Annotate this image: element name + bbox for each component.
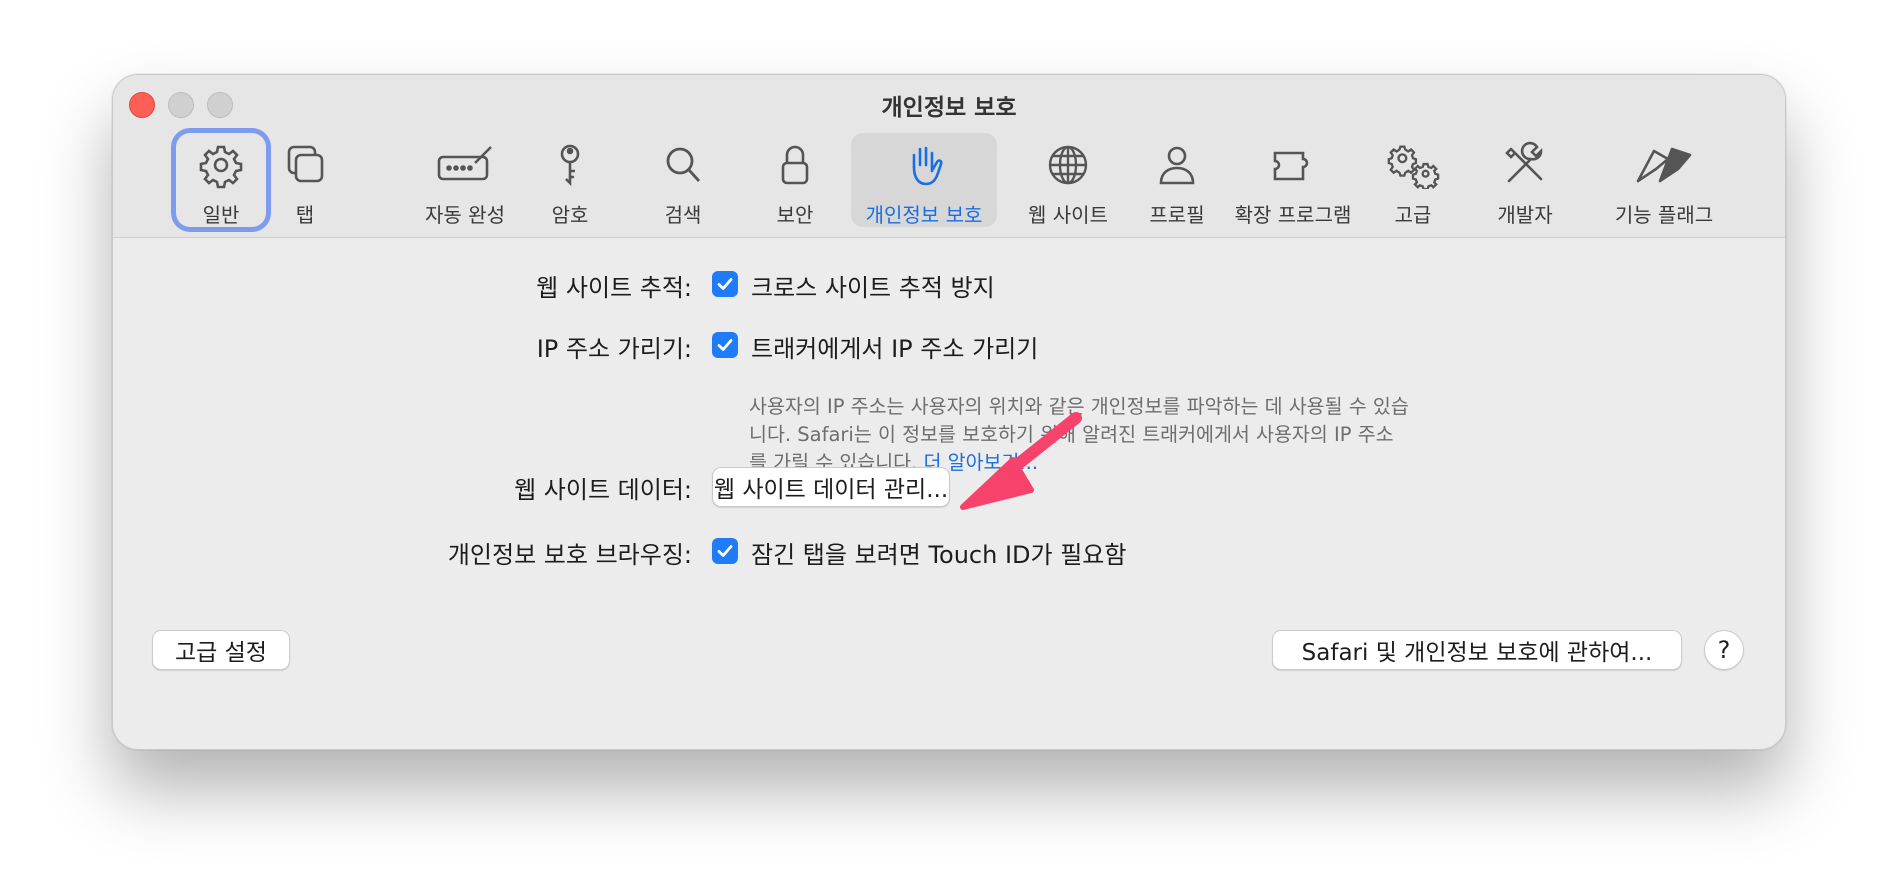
prevent-tracking-text: 크로스 사이트 추적 방지	[751, 274, 995, 302]
advanced-settings-button[interactable]: 고급 설정	[152, 630, 290, 670]
tab-passwords[interactable]: 암호	[533, 133, 607, 227]
tab-label: 개발자	[1497, 203, 1553, 227]
lock-icon	[781, 145, 809, 185]
ip-description: 사용자의 IP 주소는 사용자의 위치와 같은 개인정보를 파악하는 데 사용될…	[749, 393, 1469, 477]
tab-label: 탭	[295, 203, 315, 227]
gear-icon	[199, 145, 243, 189]
window-title: 개인정보 보호	[881, 95, 1017, 121]
magnifier-icon	[666, 147, 701, 182]
description-line: 사용자의 IP 주소는 사용자의 위치와 같은 개인정보를 파악하는 데 사용될…	[749, 395, 1409, 418]
tab-search[interactable]: 검색	[646, 133, 720, 227]
tab-label: 자동 완성	[425, 203, 505, 227]
hide-ip-text: 트래커에게서 IP 주소 가리기	[751, 335, 1039, 363]
flags-icon	[1636, 147, 1692, 183]
key-icon	[560, 144, 580, 187]
tab-label: 일반	[202, 203, 240, 227]
tab-feature-flags[interactable]: 기능 플래그	[1601, 133, 1727, 227]
help-button[interactable]: ?	[1704, 630, 1744, 670]
tab-label: 기능 플래그	[1614, 203, 1714, 227]
preferences-window: 개인정보 보호 일반 탭 자동 완성 암호 검색 보안 개인정보 보호 웹 사이…	[112, 74, 1786, 750]
tab-label: 프로필	[1149, 203, 1205, 227]
tab-privacy[interactable]: 개인정보 보호	[851, 133, 997, 227]
ip-label: IP 주소 가리기:	[536, 335, 692, 363]
tab-label: 고급	[1394, 203, 1432, 227]
private-browsing-label: 개인정보 보호 브라우징:	[447, 541, 692, 569]
hand-icon	[912, 146, 943, 186]
touch-id-checkbox[interactable]	[712, 538, 738, 564]
puzzle-icon	[1273, 151, 1309, 181]
tab-label: 개인정보 보호	[865, 203, 983, 227]
tracking-label: 웹 사이트 추적:	[536, 274, 692, 302]
tab-extensions[interactable]: 확장 프로그램	[1223, 133, 1363, 227]
tab-label: 웹 사이트	[1028, 203, 1108, 227]
globe-icon	[1048, 145, 1088, 185]
tab-tabs[interactable]: 탭	[273, 133, 337, 227]
tab-advanced[interactable]: 고급	[1376, 133, 1450, 227]
person-icon	[1159, 146, 1195, 185]
tab-label: 암호	[551, 203, 589, 227]
tabs-icon	[287, 145, 324, 183]
website-data-label: 웹 사이트 데이터:	[514, 476, 692, 504]
prevent-tracking-checkbox[interactable]	[712, 271, 738, 297]
tools-icon	[1505, 141, 1543, 183]
tab-profiles[interactable]: 프로필	[1131, 133, 1223, 227]
tab-general[interactable]: 일반	[176, 133, 266, 227]
toolbar: 개인정보 보호 일반 탭 자동 완성 암호 검색 보안 개인정보 보호 웹 사이…	[113, 75, 1785, 238]
tab-developer[interactable]: 개발자	[1477, 133, 1573, 227]
checkmark-icon	[717, 339, 733, 351]
checkmark-icon	[717, 545, 733, 557]
hide-ip-checkbox[interactable]	[712, 332, 738, 358]
privacy-pane: 웹 사이트 추적: 크로스 사이트 추적 방지 IP 주소 가리기: 트래커에게…	[113, 238, 1785, 748]
gears-icon	[1387, 145, 1440, 189]
description-line: 니다. Safari는 이 정보를 보호하기 위해 알려진 트래커에게서 사용자…	[749, 423, 1394, 446]
about-privacy-button[interactable]: Safari 및 개인정보 보호에 관하여...	[1272, 630, 1682, 670]
tab-security[interactable]: 보안	[758, 133, 832, 227]
manage-website-data-button[interactable]: 웹 사이트 데이터 관리...	[712, 467, 950, 507]
touch-id-text: 잠긴 탭을 보려면 Touch ID가 필요함	[751, 541, 1127, 569]
tab-label: 확장 프로그램	[1234, 203, 1352, 227]
tab-websites[interactable]: 웹 사이트	[1005, 133, 1131, 227]
checkmark-icon	[717, 278, 733, 290]
tab-label: 검색	[664, 203, 702, 227]
autofill-pencil-icon	[437, 146, 492, 181]
tab-autofill[interactable]: 자동 완성	[409, 133, 521, 227]
tab-label: 보안	[776, 203, 814, 227]
